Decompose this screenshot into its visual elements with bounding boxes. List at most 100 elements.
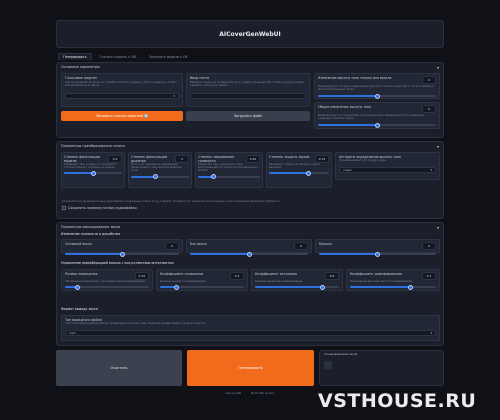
keep-files-checkbox[interactable]: [62, 206, 66, 210]
music-slider[interactable]: [319, 251, 436, 257]
pitch-vocal-hint: Рекомендуется 12 для конвертации мужског…: [318, 85, 435, 92]
room-size-hint: Чем больше помещение, тем дольше время р…: [65, 280, 146, 283]
collapse-arrow-icon[interactable]: ▾: [437, 144, 439, 149]
app-title: AICoverGenWebUI: [219, 30, 281, 38]
backup-vocal-input[interactable]: 0: [294, 242, 308, 250]
main-vocal-label: Основной вокал: [65, 242, 93, 246]
damping-slider[interactable]: [350, 284, 436, 290]
tab-bar: Генерировать Скачать модель с URL Загруз…: [56, 52, 444, 61]
wet-level-input[interactable]: 0,2: [230, 272, 244, 280]
filter-radius-slider[interactable]: [131, 174, 189, 180]
pitch-vocal-slider[interactable]: [318, 93, 436, 99]
backup-vocal-slider[interactable]: [190, 251, 308, 257]
pitch-vocal-label: Изменение высоты тона только для вокала: [318, 76, 392, 80]
volume-header: Изменение громкости в децибелах: [61, 232, 121, 236]
filter-radius-label: Степень фильтрации дыхания: [131, 155, 167, 163]
damping-hint: Поглощение высоких частот в реверберации: [350, 280, 413, 283]
music-input[interactable]: 0: [422, 242, 436, 250]
keep-files-hint: Сохраните все промежуточные аудиофайлы, …: [62, 200, 281, 203]
voice-models-block: Голосовые модели Список моделей. В папке…: [61, 73, 183, 107]
pitch-all-hint: Изменяет высоту тона вокала и инструмент…: [318, 114, 425, 121]
protect-hint: Защищает глухие согласные и звуки дыхани…: [269, 163, 320, 170]
voice-models-select[interactable]: ▾: [65, 93, 179, 100]
chevron-down-icon: ▾: [173, 94, 175, 99]
pitch-all-block: Общее изменение высоты тона 0 Изменяет в…: [314, 102, 440, 129]
f0-method-select[interactable]: crepe ▾: [339, 167, 436, 174]
main-params-header: Основные параметры: [61, 65, 100, 69]
dry-level-hint: Уровень вокала без реверберации: [255, 280, 303, 283]
backup-vocal-label: Бэк вокал: [190, 242, 207, 246]
wet-level-hint: Уровень вокала с реверберацией: [160, 280, 206, 283]
room-size-label: Размер помещения: [65, 272, 98, 276]
damping-block: Коэффициент демпфирования 0,7 Поглощение…: [346, 269, 440, 291]
generate-button[interactable]: Генерировать: [187, 350, 314, 386]
clear-button[interactable]: Очистить: [56, 350, 182, 386]
conversion-panel: Параметры преобразования голоса ▾ Степен…: [56, 141, 444, 219]
keep-files-label: Сохранить промежуточные аудиофайлы: [68, 206, 137, 210]
api-link[interactable]: Use via API: [226, 391, 242, 399]
tab-generate[interactable]: Генерировать: [58, 53, 92, 60]
pitch-all-slider[interactable]: [318, 122, 436, 128]
input-song-hint: Введите ссылку на YouTube или путь к фай…: [190, 81, 305, 88]
index-rate-block: Степень фильтрации модели 0,5 Управляет …: [61, 152, 125, 188]
wet-level-block: Коэффициент отражения 0,2 Уровень вокала…: [156, 269, 248, 291]
output-type-block: Тип выходного файла mp3: небольшой разме…: [61, 315, 440, 341]
chevron-down-icon: ▾: [430, 168, 432, 173]
input-song-label: Ввод песни: [190, 76, 210, 80]
backup-vocal-block: Бэк вокал 0: [186, 239, 312, 257]
main-vocal-input[interactable]: 0: [165, 242, 179, 250]
mixing-header: Параметры микширования звука: [61, 225, 121, 229]
room-size-block: Размер помещения 0,15 Чем больше помещен…: [61, 269, 153, 291]
protect-slider[interactable]: [269, 170, 329, 176]
index-rate-input[interactable]: 0,5: [108, 155, 122, 163]
keep-files-row: Сохранить промежуточные аудиофайлы: [62, 206, 137, 210]
protect-input[interactable]: 0,33: [315, 155, 329, 163]
output-type-select[interactable]: mp3 ▾: [65, 330, 436, 337]
main-vocal-slider[interactable]: [65, 251, 179, 257]
damping-label: Коэффициент демпфирования: [350, 272, 402, 276]
tab-upload-pc[interactable]: Загрузить модель с ПК: [145, 54, 192, 60]
dry-level-input[interactable]: 0,8: [325, 272, 339, 280]
main-vocal-block: Основной вокал 0: [61, 239, 183, 257]
rms-mix-input[interactable]: 0,25: [246, 155, 260, 163]
chevron-down-icon: ▾: [430, 331, 432, 336]
collapse-arrow-icon[interactable]: ▾: [437, 225, 439, 230]
wet-level-slider[interactable]: [160, 284, 244, 290]
filter-radius-input[interactable]: 3: [175, 155, 189, 163]
result-audio-block: Сгенерированная песня: [319, 350, 444, 386]
filter-radius-hint: Если >=3: применить медианную фильтрацию…: [131, 163, 182, 173]
room-size-slider[interactable]: [65, 284, 149, 290]
watermark: VSTHOUSE.RU: [318, 390, 477, 412]
mixing-panel: Параметры микширования звука ▾ Изменение…: [56, 222, 444, 346]
pitch-all-label: Общее изменение высоты тона: [318, 105, 372, 109]
music-note-icon: [324, 361, 332, 369]
index-rate-hint: Управляет тем, сколько от исходного отте…: [64, 163, 116, 170]
dry-level-slider[interactable]: [255, 284, 339, 290]
index-rate-label: Степень фильтрации модели: [64, 155, 100, 163]
index-rate-slider[interactable]: [64, 170, 122, 176]
collapse-arrow-icon[interactable]: ▾: [437, 65, 439, 70]
room-size-input[interactable]: 0,15: [135, 272, 149, 280]
dry-level-block: Коэффициент затухания 0,8 Уровень вокала…: [251, 269, 343, 291]
main-params-panel: Основные параметры ▾ Голосовые модели Сп…: [56, 62, 444, 138]
rms-mix-block: Степень смешивания громкости 0,25 Управл…: [195, 152, 263, 188]
rms-mix-slider[interactable]: [198, 174, 260, 180]
pitch-all-input[interactable]: 0: [422, 105, 436, 113]
input-song-field[interactable]: [190, 93, 306, 100]
reverb-header: Управление реверберацией вокала с искусс…: [61, 261, 174, 265]
upload-file-button[interactable]: Загрузить файл: [186, 111, 310, 121]
output-type-hint: mp3: небольшой размер файла, приемлемое …: [65, 322, 206, 325]
voice-models-hint: Список моделей. В папке rvc_models полож…: [65, 81, 178, 88]
f0-method-hint: Лучший вариант это mangio-crepe: [339, 159, 386, 162]
filter-radius-block: Степень фильтрации дыхания 3 Если >=3: п…: [128, 152, 192, 188]
music-label: Музыка: [319, 242, 332, 246]
damping-input[interactable]: 0,7: [422, 272, 436, 280]
conversion-header: Параметры преобразования голоса: [61, 144, 125, 148]
protect-block: Степень защиты звуков 0,33 Защищает глух…: [266, 152, 332, 188]
music-block: Музыка 0: [315, 239, 440, 257]
dry-level-label: Коэффициент затухания: [255, 272, 297, 276]
pitch-vocal-input[interactable]: 0: [422, 76, 436, 84]
refresh-models-button[interactable]: Обновить список моделей 🔄: [61, 111, 183, 121]
gradio-link[interactable]: Built with Gradio: [251, 391, 274, 399]
tab-download-url[interactable]: Скачать модель с URL: [96, 54, 141, 60]
